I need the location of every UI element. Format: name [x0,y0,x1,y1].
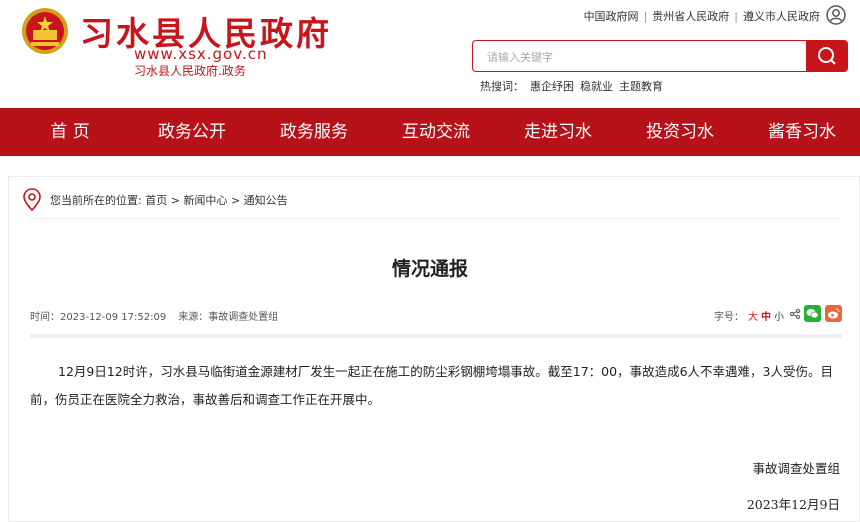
user-icon[interactable] [826,5,846,25]
article-signature: 事故调查处置组 [752,461,840,476]
nav-item-about[interactable]: 走进习水 [508,108,608,156]
national-emblem-icon [22,8,68,54]
weibo-glyph-icon [828,308,840,319]
article-source: 来源：事故调查处置组 [178,312,279,323]
breadcrumb-item[interactable]: 通知公告 [244,194,288,207]
wechat-glyph-icon [806,309,819,319]
search-icon [818,47,836,65]
breadcrumb-separator: > [230,194,241,207]
hot-word[interactable]: 主题教育 [619,80,663,93]
nav-item-home[interactable]: 首 页 [20,108,120,156]
nav-item-maotai[interactable]: 酱香习水 [752,108,852,156]
publish-time: 时间：2023-12-09 17:52:09 [30,312,167,323]
breadcrumb: 您当前所在的位置: 首页 > 新闻中心 > 通知公告 [50,192,288,208]
article-title: 情况通报 [391,258,468,280]
search-input[interactable] [485,42,789,72]
breadcrumb-separator: > [170,194,180,207]
divider [30,218,840,219]
search-box [472,40,806,72]
article-container [8,176,860,522]
site-url: www.xsx.gov.cn [134,45,268,63]
divider [30,334,842,338]
nav-item-invest[interactable]: 投资习水 [630,108,730,156]
separator: | [734,10,738,23]
font-size-medium-button[interactable]: 中 [761,312,771,323]
hot-word[interactable]: 惠企纾困 [530,80,574,93]
top-links: 中国政府网 | 贵州省人民政府 | 遵义市人民政府 [584,8,820,24]
separator: | [643,10,648,23]
main-nav: 首 页 政务公开 政务服务 互动交流 走进习水 投资习水 酱香习水 [0,108,860,156]
location-pin-icon [23,188,41,212]
nav-item-interaction[interactable]: 互动交流 [386,108,486,156]
nav-item-gov-services[interactable]: 政务服务 [264,108,364,156]
weibo-icon[interactable] [825,305,842,322]
font-size-small-button[interactable]: 小 [774,312,784,323]
font-size-controls: 字号： 大中小 [714,308,784,323]
breadcrumb-item[interactable]: 新闻中心 [183,194,227,207]
hot-word[interactable]: 稳就业 [580,80,613,93]
wechat-icon[interactable] [804,305,821,322]
top-link[interactable]: 遵义市人民政府 [743,10,820,23]
article-date: 2023年12月9日 [746,497,840,512]
top-link[interactable]: 中国政府网 [584,10,639,23]
hot-words: 热搜词： 惠企纾困 稳就业 主题教育 [480,78,663,94]
share-icon[interactable] [790,309,800,319]
hot-words-label: 热搜词： [480,80,524,93]
site-subtitle: 习水县人民政府.政务 [134,64,246,78]
breadcrumb-item[interactable]: 首页 [145,194,167,207]
article-meta: 时间：2023-12-09 17:52:09 来源：事故调查处置组 [30,308,278,323]
nav-item-gov-affairs[interactable]: 政务公开 [142,108,242,156]
font-size-label: 字号： [714,312,744,323]
breadcrumb-prefix: 您当前所在的位置: [50,194,142,207]
font-size-large-button[interactable]: 大 [748,312,758,323]
top-link[interactable]: 贵州省人民政府 [652,10,729,23]
search-button[interactable] [806,40,848,72]
site-header: 习水县人民政府 www.xsx.gov.cn 习水县人民政府.政务 中国政府网 |… [0,0,860,108]
article-body: 12月9日12时许，习水县马临街道金源建材厂发生一起正在施工的防尘彩钢棚垮塌事故… [30,364,833,407]
